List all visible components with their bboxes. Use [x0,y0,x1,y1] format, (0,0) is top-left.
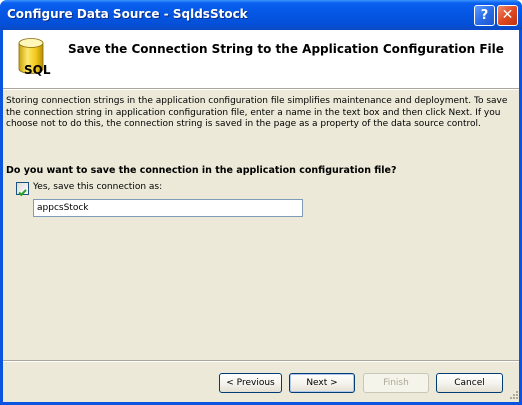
window-title: Configure Data Source - SqldsStock [7,7,248,21]
next-button[interactable]: Next > [289,373,355,393]
description-text: Storing connection strings in the applic… [6,96,508,129]
resize-grip-icon[interactable] [507,388,519,400]
close-icon: ✕ [501,7,514,23]
previous-button[interactable]: < Previous [219,373,282,393]
sql-label: SQL [24,63,51,77]
header-divider [3,89,519,90]
page-title: Save the Connection String to the Applic… [68,42,504,56]
footer-divider-highlight [3,361,519,362]
cancel-button[interactable]: Cancel [436,373,503,393]
help-icon: ? [480,8,489,23]
close-button[interactable]: ✕ [497,5,518,26]
title-bar[interactable]: Configure Data Source - SqldsStock ? ✕ [0,0,522,30]
finish-button: Finish [363,373,429,393]
dialog-window: Configure Data Source - SqldsStock ? ✕ S… [0,0,522,405]
connection-name-input[interactable] [33,199,303,217]
save-connection-checkbox[interactable] [16,182,29,197]
wizard-header: SQL Save the Connection String to the Ap… [3,30,519,89]
help-button[interactable]: ? [474,5,495,26]
checkmark-icon [18,189,27,197]
save-connection-label[interactable]: Yes, save this connection as: [33,182,162,192]
save-question: Do you want to save the connection in th… [6,165,397,176]
dialog-body: SQL Save the Connection String to the Ap… [3,30,519,402]
